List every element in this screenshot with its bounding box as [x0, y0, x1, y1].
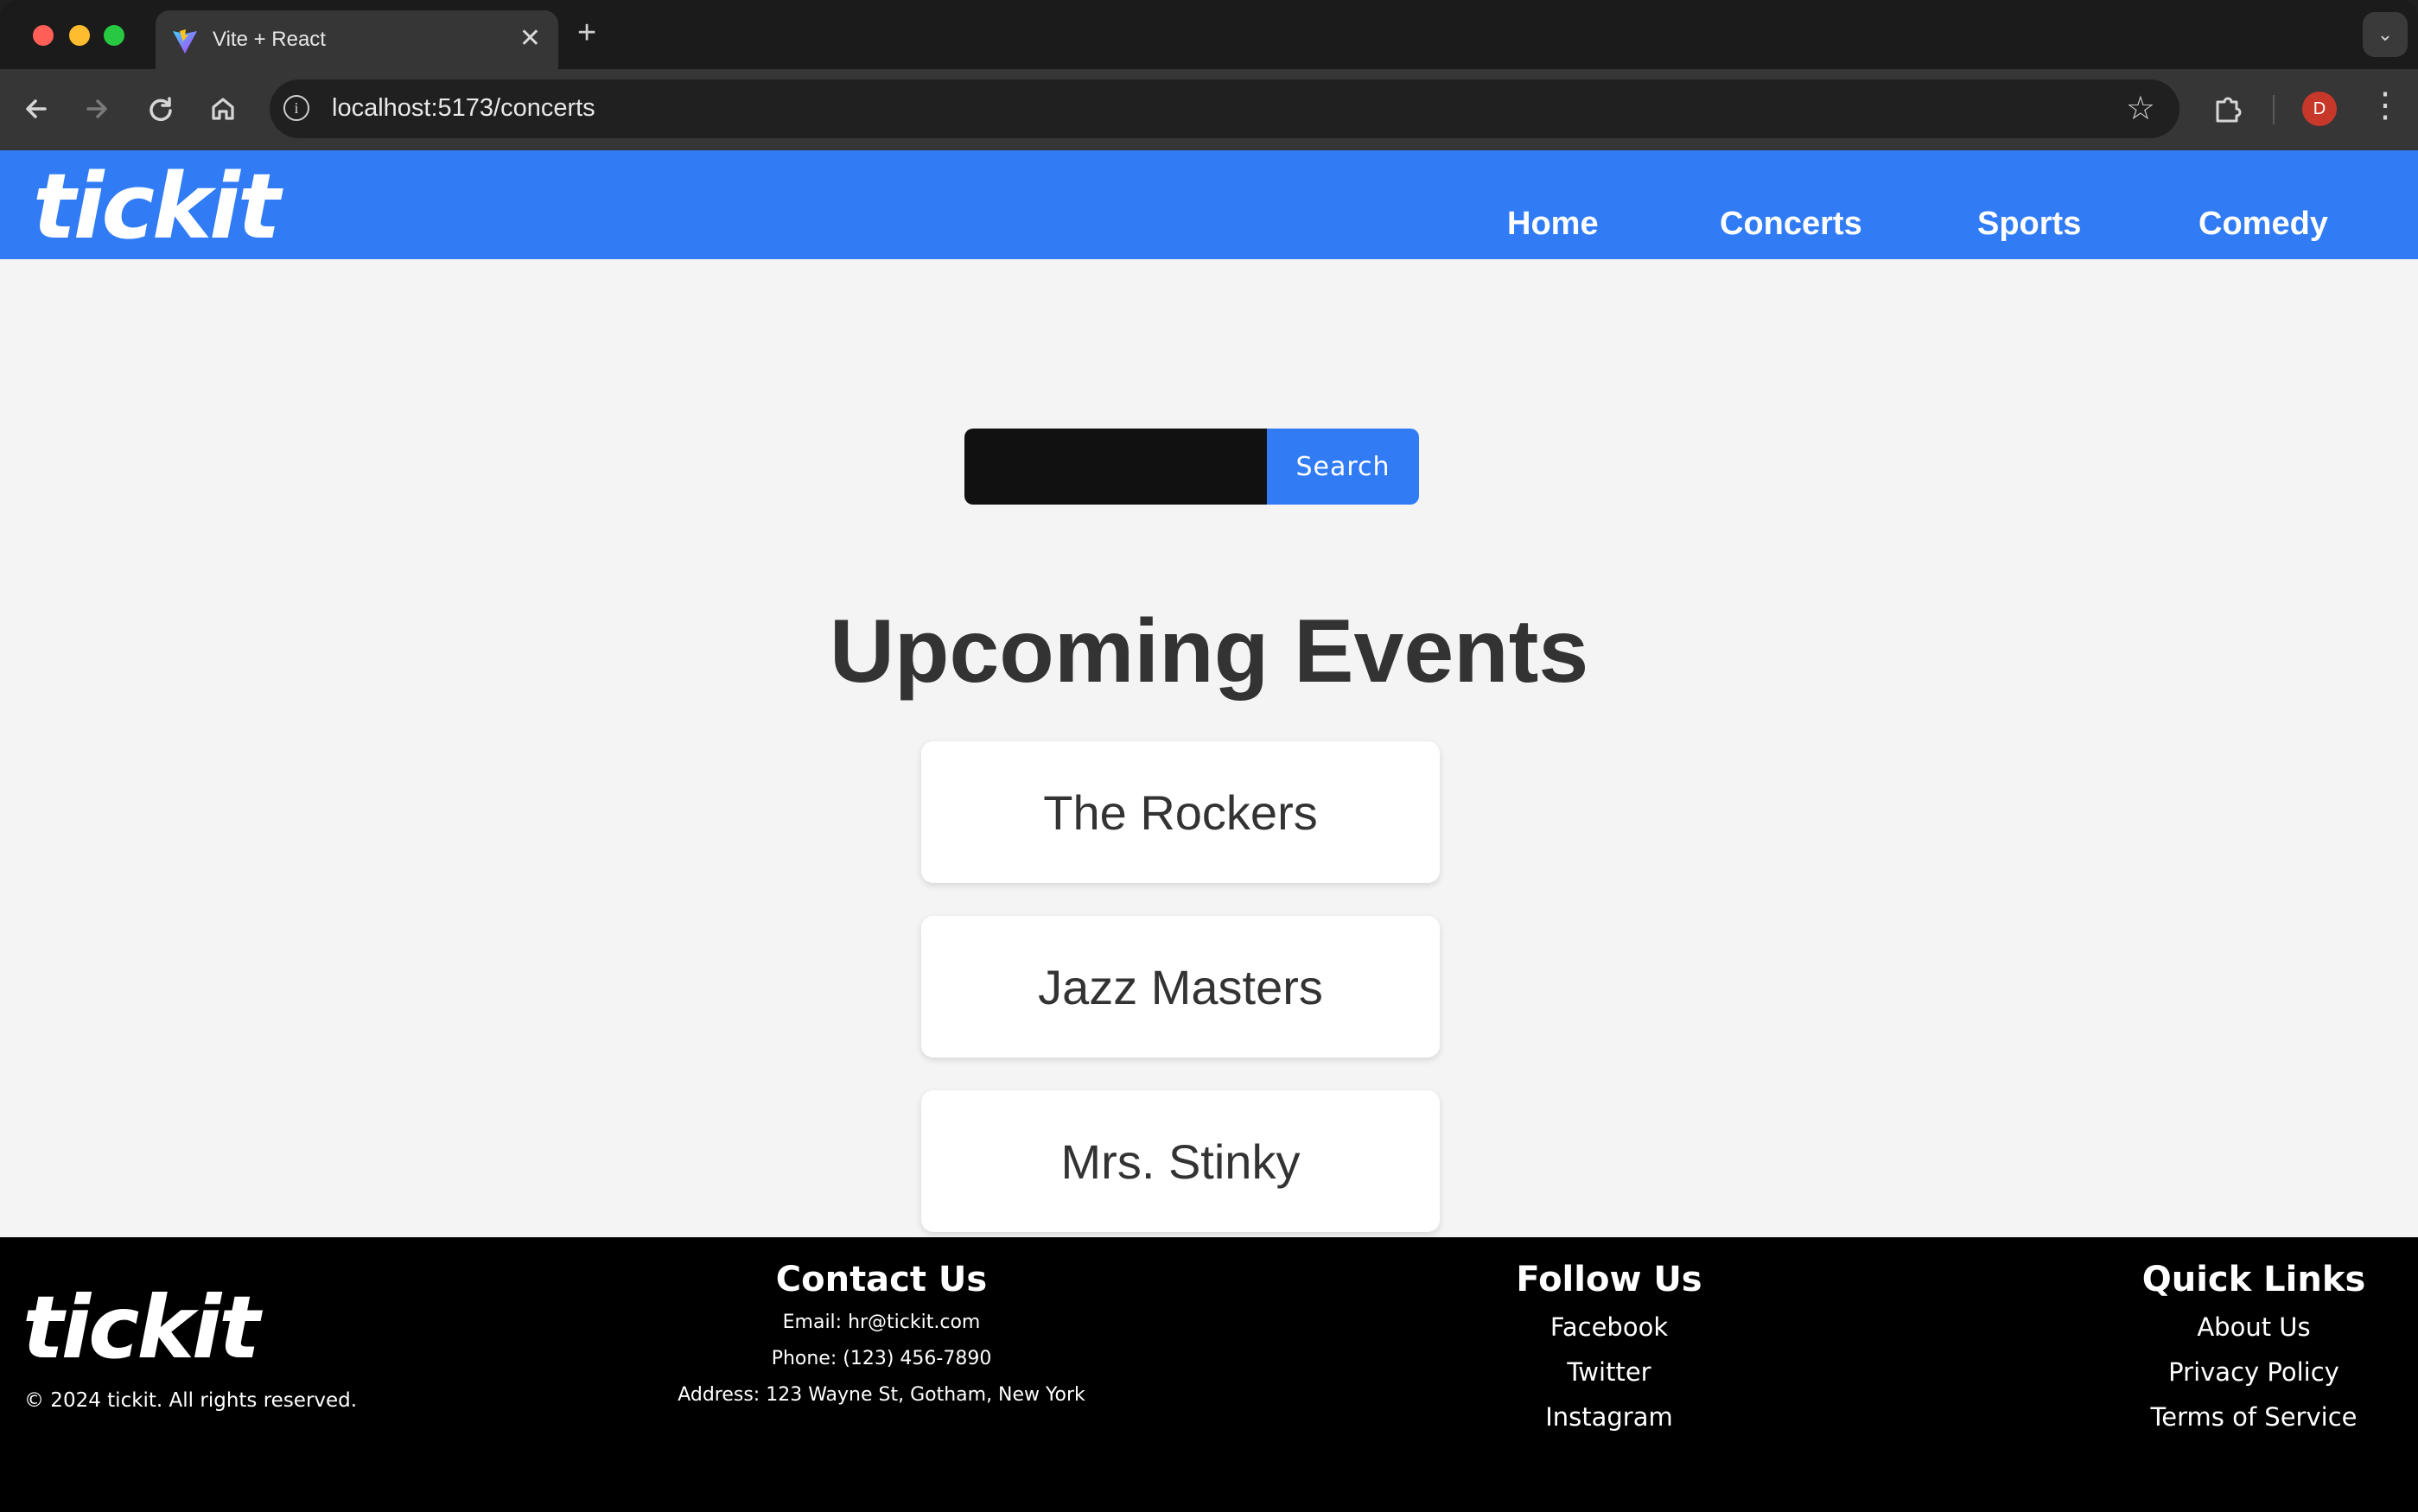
nav-home[interactable]: Home [1507, 206, 1599, 243]
close-tab-icon[interactable]: ✕ [519, 26, 541, 52]
address-bar[interactable]: i localhost:5173/concerts ☆ [270, 79, 2179, 138]
contact-address: Address: 123 Wayne St, Gotham, New York [678, 1384, 1085, 1406]
browser-chrome: Vite + React ✕ + ⌄ i localhost:5173/conc… [0, 0, 2418, 150]
profile-avatar[interactable]: D [2302, 92, 2337, 126]
vite-logo-icon [173, 29, 197, 54]
copyright-text: © 2024 tickit. All rights reserved. [24, 1389, 358, 1412]
facebook-link[interactable]: Facebook [1436, 1305, 1782, 1350]
nav-comedy[interactable]: Comedy [2198, 206, 2328, 243]
reload-icon[interactable] [143, 92, 178, 126]
close-window-button[interactable] [33, 25, 54, 46]
info-icon[interactable]: i [283, 95, 309, 121]
footer-logo[interactable]: tickit [22, 1280, 260, 1375]
minimize-window-button[interactable] [69, 25, 90, 46]
contact-phone: Phone: (123) 456-7890 [771, 1348, 992, 1369]
site-logo[interactable]: tickit [33, 159, 281, 254]
quick-links-heading: Quick Links [2141, 1260, 2366, 1299]
tab-strip: Vite + React ✕ + ⌄ [0, 0, 2418, 69]
search-button[interactable]: Search [1267, 429, 1419, 505]
contact-section: Contact Us Email: hr@tickit.com Phone: (… [665, 1255, 1098, 1414]
nav-concerts[interactable]: Concerts [1720, 206, 1862, 243]
event-card-jazz-masters[interactable]: Jazz Masters [921, 916, 1440, 1058]
event-name: The Rockers [1043, 785, 1318, 840]
follow-heading: Follow Us [1516, 1260, 1702, 1299]
upcoming-events-heading: Upcoming Events [829, 601, 1589, 702]
site-footer: tickit © 2024 tickit. All rights reserve… [0, 1237, 2418, 1512]
event-name: Mrs. Stinky [1060, 1134, 1301, 1189]
browser-toolbar: i localhost:5173/concerts ☆ D ⋮ [0, 69, 2418, 150]
terms-of-service-link[interactable]: Terms of Service [2081, 1394, 2418, 1439]
forward-icon[interactable] [80, 92, 114, 126]
home-icon[interactable] [206, 92, 240, 126]
toolbar-divider [2273, 95, 2275, 124]
event-name: Jazz Masters [1038, 959, 1323, 1014]
page-viewport: tickit Home Concerts Sports Comedy Searc… [0, 150, 2418, 1512]
site-header: tickit Home Concerts Sports Comedy [0, 150, 2418, 259]
browser-tab[interactable]: Vite + React ✕ [156, 10, 558, 69]
star-icon[interactable]: ☆ [2126, 92, 2155, 126]
about-us-link[interactable]: About Us [2081, 1305, 2418, 1350]
search-bar: Search [964, 429, 1419, 505]
url-text[interactable]: localhost:5173/concerts [332, 94, 595, 123]
follow-section: Follow Us Facebook Twitter Instagram [1436, 1255, 1782, 1439]
search-input[interactable] [964, 429, 1267, 505]
maximize-window-button[interactable] [104, 25, 124, 46]
nav-sports[interactable]: Sports [1977, 206, 2081, 243]
contact-email: Email: hr@tickit.com [782, 1312, 981, 1333]
menu-icon[interactable]: ⋮ [2368, 88, 2402, 123]
back-icon[interactable] [19, 92, 54, 126]
tab-title: Vite + React [213, 28, 326, 51]
event-card-mrs-stinky[interactable]: Mrs. Stinky [921, 1090, 1440, 1232]
quick-links-section: Quick Links About Us Privacy Policy Term… [2081, 1255, 2418, 1439]
event-card-the-rockers[interactable]: The Rockers [921, 741, 1440, 883]
tab-search-icon[interactable]: ⌄ [2363, 12, 2408, 57]
extensions-icon[interactable] [2209, 90, 2247, 128]
twitter-link[interactable]: Twitter [1436, 1350, 1782, 1394]
contact-heading: Contact Us [775, 1260, 988, 1299]
new-tab-icon[interactable]: + [577, 16, 596, 50]
privacy-policy-link[interactable]: Privacy Policy [2081, 1350, 2418, 1394]
instagram-link[interactable]: Instagram [1436, 1394, 1782, 1439]
